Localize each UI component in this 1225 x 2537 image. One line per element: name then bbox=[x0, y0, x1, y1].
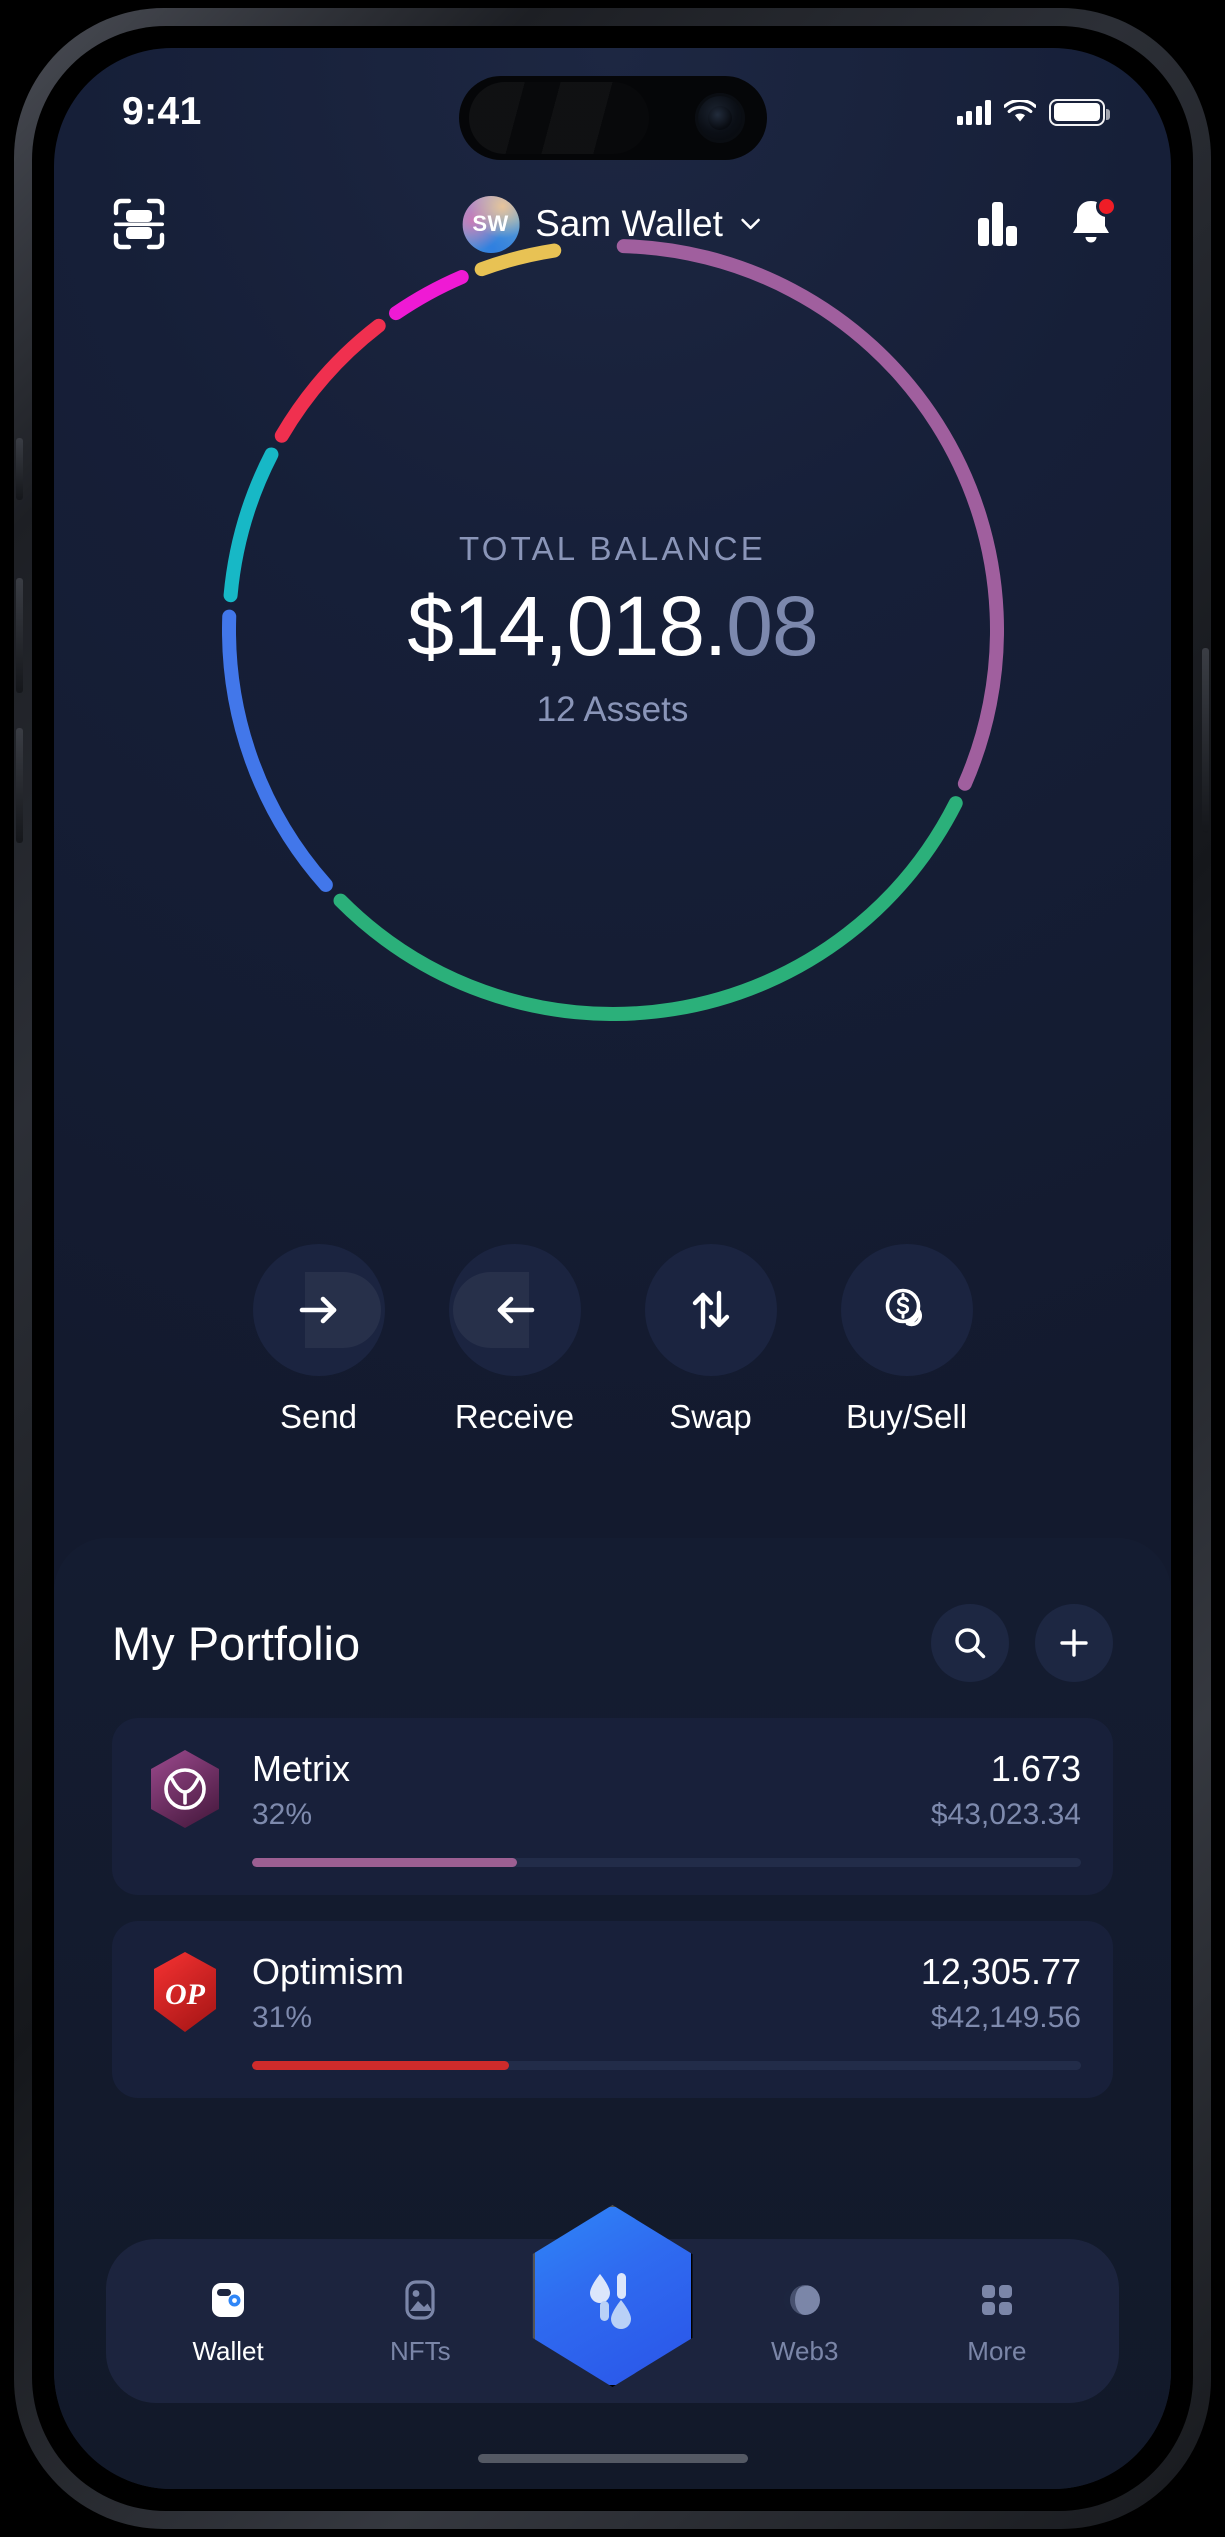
receive-icon-circle bbox=[448, 1244, 581, 1376]
swap-icon-circle bbox=[644, 1244, 777, 1376]
quick-actions: Send Receive Swap Buy/Sell bbox=[54, 1244, 1171, 1436]
asset-row: OP Optimism 31% 12,305.77 $42,149.56 bbox=[144, 1951, 1081, 2035]
chevron-down-icon bbox=[741, 218, 761, 230]
asset-usd-value: $42,149.56 bbox=[930, 2001, 1081, 2034]
tab-web3[interactable]: Web3 bbox=[709, 2276, 901, 2367]
wallet-name: Sam Wallet bbox=[535, 203, 723, 244]
app-header: SW Sam Wallet bbox=[54, 176, 1171, 272]
dynamic-island-sheen bbox=[468, 82, 649, 154]
scan-qr-icon bbox=[113, 198, 165, 250]
add-asset-button[interactable] bbox=[1035, 1604, 1113, 1682]
front-camera-icon bbox=[694, 93, 745, 143]
tab-more[interactable]: More bbox=[901, 2276, 1093, 2367]
buy-sell-icon-circle bbox=[840, 1244, 973, 1376]
assets-count-label: 12 Assets bbox=[536, 690, 689, 730]
buy-sell-button[interactable]: Buy/Sell bbox=[840, 1244, 973, 1436]
asset-percent: 31% bbox=[252, 2001, 313, 2034]
tab-label-wallet: Wallet bbox=[192, 2335, 264, 2366]
avatar-initials: SW bbox=[472, 211, 509, 236]
balance-section: TOTAL BALANCE $14,018.08 12 Assets bbox=[54, 239, 1171, 1021]
wifi-icon bbox=[1004, 99, 1036, 121]
metrix-hexagon-logo bbox=[151, 1750, 219, 1828]
asset-info: Optimism 31% bbox=[252, 1951, 404, 2035]
search-button[interactable] bbox=[931, 1604, 1009, 1682]
swap-label: Swap bbox=[669, 1398, 752, 1435]
globe-icon bbox=[782, 2284, 820, 2315]
volume-down-button[interactable] bbox=[16, 728, 23, 843]
cellular-signal-icon bbox=[956, 99, 991, 125]
swap-arrows-icon bbox=[692, 1290, 729, 1330]
volume-up-button[interactable] bbox=[16, 578, 23, 693]
balance-whole: $14,018. bbox=[407, 578, 727, 673]
arrow-right-icon bbox=[299, 1296, 336, 1324]
receive-button[interactable]: Receive bbox=[448, 1244, 581, 1436]
asset-row: Metrix 32% 1.673 $43,023.34 bbox=[144, 1748, 1081, 1832]
asset-allocation-bar bbox=[252, 2061, 1081, 2070]
asset-name: Metrix bbox=[252, 1748, 350, 1789]
power-button[interactable] bbox=[1202, 648, 1209, 833]
swap-button[interactable]: Swap bbox=[644, 1244, 777, 1436]
wallet-selector[interactable]: SW Sam Wallet bbox=[462, 195, 763, 253]
silent-switch[interactable] bbox=[16, 438, 23, 500]
droplets-hexagon-icon bbox=[589, 2273, 631, 2329]
asset-quantity: 1.673 bbox=[990, 1748, 1081, 1789]
asset-name: Optimism bbox=[252, 1951, 404, 1992]
asset-usd-value: $43,023.34 bbox=[930, 1798, 1081, 1831]
asset-card-optimism[interactable]: OP Optimism 31% 12,305.77 $42,149.56 bbox=[112, 1921, 1113, 2098]
optimism-hexagon-logo: OP bbox=[154, 1952, 216, 2032]
asset-card-metrix[interactable]: Metrix 32% 1.673 $43,023.34 bbox=[112, 1718, 1113, 1895]
balance-cents: 08 bbox=[726, 578, 818, 673]
send-label: Send bbox=[279, 1398, 358, 1435]
avatar: SW bbox=[462, 195, 520, 253]
send-button[interactable]: Send bbox=[252, 1244, 385, 1436]
total-balance-label: TOTAL BALANCE bbox=[459, 529, 766, 567]
notifications-button[interactable] bbox=[1069, 196, 1117, 249]
plus-icon bbox=[1060, 1629, 1088, 1657]
asset-values: 12,305.77 $42,149.56 bbox=[921, 1951, 1081, 2035]
receive-label: Receive bbox=[454, 1398, 575, 1435]
dollar-coins-icon bbox=[885, 1288, 922, 1327]
arrow-left-icon bbox=[497, 1296, 534, 1324]
search-icon bbox=[955, 1628, 986, 1659]
asset-info: Metrix 32% bbox=[252, 1748, 350, 1832]
grid-dots-icon bbox=[981, 2284, 1012, 2315]
tab-wallet[interactable]: Wallet bbox=[132, 2276, 324, 2367]
portfolio-header: My Portfolio bbox=[112, 1538, 1113, 1718]
bar-chart-icon bbox=[978, 202, 1017, 246]
analytics-button[interactable] bbox=[975, 200, 1021, 248]
tab-label-more: More bbox=[967, 2335, 1027, 2366]
balance-center: TOTAL BALANCE $14,018.08 12 Assets bbox=[222, 239, 1004, 1021]
buy-sell-label: Buy/Sell bbox=[845, 1398, 968, 1435]
scan-qr-button[interactable] bbox=[112, 197, 166, 251]
battery-icon bbox=[1049, 98, 1110, 126]
asset-allocation-bar-fill bbox=[252, 1858, 518, 1867]
asset-allocation-bar-fill bbox=[252, 2061, 509, 2070]
asset-allocation-bar bbox=[252, 1858, 1081, 1867]
notification-badge bbox=[1096, 196, 1117, 217]
image-frame-icon bbox=[405, 2279, 435, 2320]
wallet-icon bbox=[212, 2282, 245, 2317]
page-title: My Portfolio bbox=[112, 1616, 361, 1670]
status-time: 9:41 bbox=[122, 90, 202, 133]
allocation-donut-chart: TOTAL BALANCE $14,018.08 12 Assets bbox=[221, 239, 1004, 1021]
asset-percent: 32% bbox=[252, 1798, 313, 1831]
status-icons bbox=[956, 98, 1110, 126]
dynamic-island bbox=[458, 76, 767, 160]
tab-nfts[interactable]: NFTs bbox=[324, 2276, 516, 2367]
home-indicator bbox=[477, 2454, 748, 2463]
tab-label-web3: Web3 bbox=[770, 2335, 839, 2366]
portfolio-header-actions bbox=[931, 1604, 1113, 1682]
phone-frame: 9:41 SW Sam Wallet TOTAL BALANCE $14,018… bbox=[14, 8, 1211, 2529]
asset-quantity: 12,305.77 bbox=[920, 1951, 1081, 1992]
asset-values: 1.673 $43,023.34 bbox=[931, 1748, 1081, 1832]
send-icon-circle bbox=[252, 1244, 385, 1376]
total-balance-amount: $14,018.08 bbox=[407, 578, 818, 673]
optimism-logo-text: OP bbox=[165, 1978, 206, 2011]
tab-label-nfts: NFTs bbox=[389, 2335, 451, 2366]
phone-screen: 9:41 SW Sam Wallet TOTAL BALANCE $14,018… bbox=[54, 48, 1171, 2489]
